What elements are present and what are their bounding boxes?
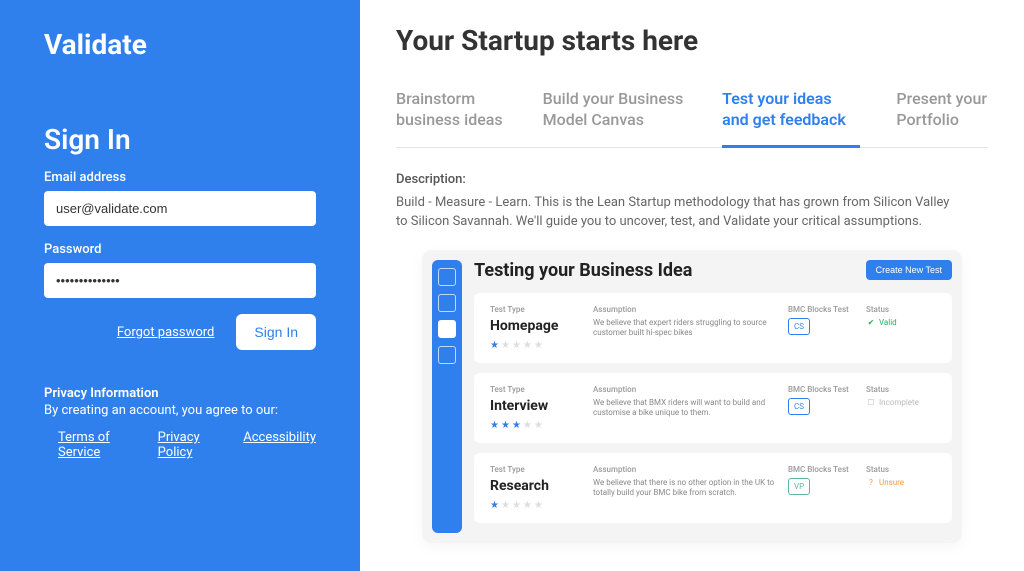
assumption-text: We believe that expert riders struggling… [593,318,780,339]
description-text: Build - Measure - Learn. This is the Lea… [396,193,956,232]
col-header-blocks: BMC Blocks Test [788,305,858,314]
assumption-text: We believe that there is no other option… [593,478,780,499]
rating-stars: ★ ★ ★ ★ ★ [490,340,585,351]
sidebar-icon [438,346,456,364]
col-header-status: Status [866,385,936,394]
star-icon: ★ [523,500,532,511]
privacy-policy-link[interactable]: Privacy Policy [158,430,224,460]
star-icon: ★ [512,340,521,351]
square-icon: ☐ [866,398,876,408]
tab-test-ideas[interactable]: Test your ideas and get feedback [722,89,860,147]
create-new-test-button: Create New Test [866,260,952,280]
password-field[interactable] [44,263,316,298]
col-header-type: Test Type [490,385,585,394]
star-icon: ★ [534,500,543,511]
terms-link[interactable]: Terms of Service [58,430,138,460]
privacy-subtext: By creating an account, you agree to our… [44,403,316,418]
rating-stars: ★ ★ ★ ★ ★ [490,420,585,431]
star-icon: ★ [512,500,521,511]
star-icon: ★ [512,420,521,431]
signin-button[interactable]: Sign In [236,314,316,350]
inner-screenshot: Testing your Business Idea Create New Te… [422,250,962,543]
col-header-status: Status [866,305,936,314]
tabs: Brainstorm business ideas Build your Bus… [396,89,988,148]
star-icon: ★ [501,500,510,511]
sidebar-icon [438,268,456,286]
description-label: Description: [396,172,988,187]
status-text: Unsure [879,478,904,487]
col-header-blocks: BMC Blocks Test [788,465,858,474]
test-card: Test Type Interview ★ ★ ★ ★ ★ Assumption… [474,373,952,443]
col-header-assumption: Assumption [593,305,780,314]
col-header-assumption: Assumption [593,465,780,474]
brand-logo: Validate [44,28,316,61]
sidebar-icon [438,294,456,312]
star-icon: ★ [501,420,510,431]
auth-panel: Validate Sign In Email address Password … [0,0,360,571]
tab-build-canvas[interactable]: Build your Business Model Canvas [543,89,686,147]
tab-present[interactable]: Present your Portfolio [896,89,988,147]
test-name: Research [490,478,585,494]
sidebar-icon [438,320,456,338]
bmc-block-badge: CS [788,318,810,335]
star-icon: ★ [490,420,499,431]
status-badge: ☐ Incomplete [866,398,936,408]
check-icon: ✔ [866,318,876,328]
rating-stars: ★ ★ ★ ★ ★ [490,500,585,511]
test-card: Test Type Research ★ ★ ★ ★ ★ Assumption … [474,453,952,523]
signin-heading: Sign In [44,123,316,156]
page-title: Your Startup starts here [396,24,988,57]
star-icon: ★ [490,500,499,511]
status-text: Incomplete [879,398,919,407]
star-icon: ★ [490,340,499,351]
inner-title: Testing your Business Idea [474,260,692,281]
password-label: Password [44,242,316,257]
inner-sidebar [432,260,462,533]
star-icon: ★ [523,420,532,431]
privacy-heading: Privacy Information [44,386,316,401]
col-header-type: Test Type [490,465,585,474]
test-name: Interview [490,398,585,414]
accessibility-link[interactable]: Accessibility [243,430,316,460]
question-icon: ? [866,478,876,488]
col-header-status: Status [866,465,936,474]
col-header-assumption: Assumption [593,385,780,394]
test-card: Test Type Homepage ★ ★ ★ ★ ★ Assumption … [474,293,952,363]
content-panel: Your Startup starts here Brainstorm busi… [360,0,1024,571]
email-label: Email address [44,170,316,185]
status-badge: ✔ Valid [866,318,936,328]
tab-brainstorm[interactable]: Brainstorm business ideas [396,89,507,147]
star-icon: ★ [501,340,510,351]
star-icon: ★ [523,340,532,351]
col-header-blocks: BMC Blocks Test [788,385,858,394]
col-header-type: Test Type [490,305,585,314]
bmc-block-badge: CS [788,398,810,415]
assumption-text: We believe that BMX riders will want to … [593,398,780,419]
bmc-block-badge: VP [788,478,810,495]
test-name: Homepage [490,318,585,334]
status-text: Valid [879,318,897,327]
forgot-password-link[interactable]: Forgot password [117,325,215,340]
status-badge: ? Unsure [866,478,936,488]
star-icon: ★ [534,340,543,351]
star-icon: ★ [534,420,543,431]
email-field[interactable] [44,191,316,226]
